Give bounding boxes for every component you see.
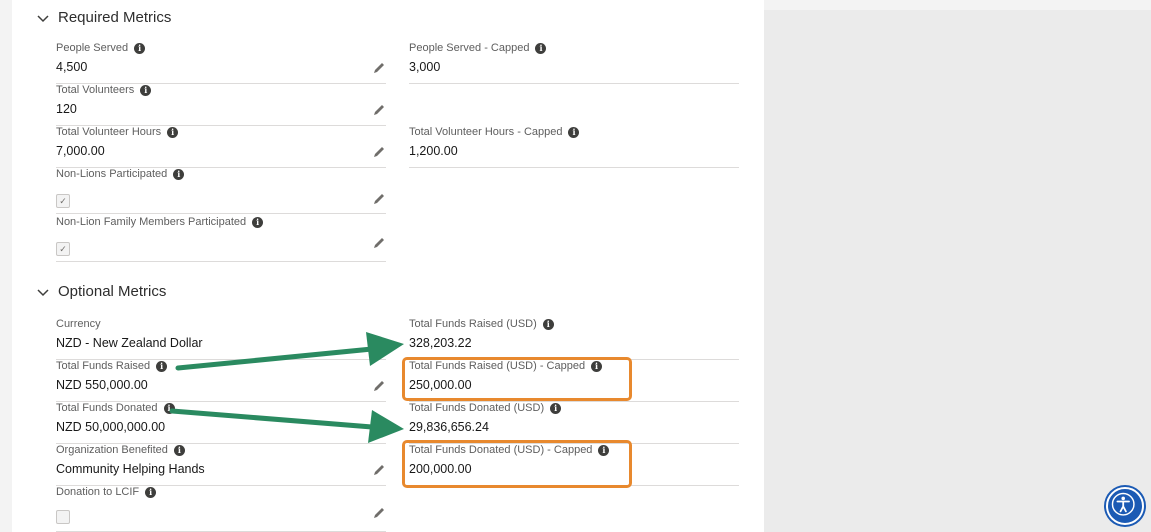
field-label: Total Funds Donated (USD) — [409, 402, 545, 414]
pencil-icon[interactable] — [372, 506, 386, 520]
field-value: NZD 50,000,000.00 — [56, 420, 166, 434]
field-total-funds-raised: Total Funds Raised i NZD 550,000.00 — [56, 360, 386, 402]
highlight-box-donated-capped — [402, 440, 632, 488]
info-icon[interactable]: i — [535, 42, 547, 54]
field-label: Total Funds Raised (USD) — [409, 318, 537, 330]
field-value: 3,000 — [409, 60, 441, 74]
field-total-funds-donated-usd: Total Funds Donated (USD) i 29,836,656.24 — [409, 402, 739, 444]
optional-metrics-header[interactable]: Optional Metrics — [36, 283, 166, 300]
field-label: Non-Lions Participated — [56, 168, 168, 180]
field-people-served-capped: People Served - Capped i 3,000 — [409, 42, 739, 84]
checkbox-checked: ✓ — [56, 242, 70, 256]
info-icon[interactable]: i — [173, 168, 185, 180]
field-label: Total Funds Donated — [56, 402, 158, 414]
field-organization-benefited: Organization Benefited i Community Helpin… — [56, 444, 386, 486]
pencil-icon[interactable] — [372, 379, 386, 393]
field-donation-to-lcif: Donation to LCIF i — [56, 486, 386, 532]
pencil-icon[interactable] — [372, 145, 386, 159]
field-label: Total Volunteer Hours — [56, 126, 162, 138]
field-label: Donation to LCIF — [56, 486, 140, 498]
field-label: People Served - Capped — [409, 42, 530, 54]
checkbox-checked: ✓ — [56, 194, 70, 208]
field-total-volunteer-hours-capped: Total Volunteer Hours - Capped i 1,200.00 — [409, 126, 739, 168]
info-icon[interactable]: i — [163, 402, 175, 414]
field-value: 7,000.00 — [56, 144, 105, 158]
field-value: 4,500 — [56, 60, 88, 74]
field-non-lions-participated: Non-Lions Participated i ✓ — [56, 168, 386, 214]
field-people-served: People Served i 4,500 — [56, 42, 386, 84]
field-total-funds-donated: Total Funds Donated i NZD 50,000,000.00 — [56, 402, 386, 444]
field-label: Total Volunteers — [56, 84, 135, 96]
field-label: People Served — [56, 42, 129, 54]
field-value: 120 — [56, 102, 77, 116]
field-currency: Currency NZD - New Zealand Dollar — [56, 318, 386, 360]
field-label: Organization Benefited — [56, 444, 168, 456]
field-label: Total Funds Raised — [56, 360, 151, 372]
section-title: Required Metrics — [58, 9, 172, 26]
info-icon[interactable]: i — [542, 318, 554, 330]
info-icon[interactable]: i — [145, 486, 157, 498]
field-non-lion-family-members: Non-Lion Family Members Participated i ✓ — [56, 216, 386, 262]
section-title: Optional Metrics — [58, 283, 167, 300]
accessibility-icon — [1111, 492, 1135, 516]
field-label: Currency — [56, 318, 101, 330]
info-icon[interactable]: i — [568, 126, 580, 138]
info-icon[interactable]: i — [156, 360, 168, 372]
field-value: 328,203.22 — [409, 336, 472, 350]
field-value: 1,200.00 — [409, 144, 458, 158]
field-value: Community Helping Hands — [56, 462, 205, 476]
info-icon[interactable]: i — [140, 84, 152, 96]
field-label: Non-Lion Family Members Participated — [56, 216, 247, 228]
chevron-down-icon — [37, 288, 49, 296]
info-icon[interactable]: i — [173, 444, 185, 456]
pencil-icon[interactable] — [372, 463, 386, 477]
field-label: Total Volunteer Hours - Capped — [409, 126, 563, 138]
pencil-icon[interactable] — [372, 236, 386, 250]
info-icon[interactable]: i — [252, 216, 264, 228]
info-icon[interactable]: i — [167, 126, 179, 138]
divider — [56, 261, 386, 262]
pencil-icon[interactable] — [372, 61, 386, 75]
field-total-volunteers: Total Volunteers i 120 — [56, 84, 386, 126]
required-metrics-header[interactable]: Required Metrics — [36, 9, 171, 26]
divider — [409, 83, 739, 84]
checkbox-unchecked — [56, 510, 70, 524]
info-icon[interactable]: i — [134, 42, 146, 54]
field-total-volunteer-hours: Total Volunteer Hours i 7,000.00 — [56, 126, 386, 168]
pencil-icon[interactable] — [372, 192, 386, 206]
field-total-funds-raised-usd: Total Funds Raised (USD) i 328,203.22 — [409, 318, 739, 360]
info-icon[interactable]: i — [550, 402, 562, 414]
chevron-down-icon — [37, 14, 49, 22]
field-value: 29,836,656.24 — [409, 420, 489, 434]
pencil-icon[interactable] — [372, 103, 386, 117]
divider — [409, 167, 739, 168]
field-value: NZD 550,000.00 — [56, 378, 148, 392]
accessibility-button[interactable] — [1106, 487, 1144, 525]
right-side-panel — [764, 10, 1151, 532]
divider — [56, 213, 386, 214]
highlight-box-raised-capped — [402, 357, 632, 401]
field-value: NZD - New Zealand Dollar — [56, 336, 203, 350]
